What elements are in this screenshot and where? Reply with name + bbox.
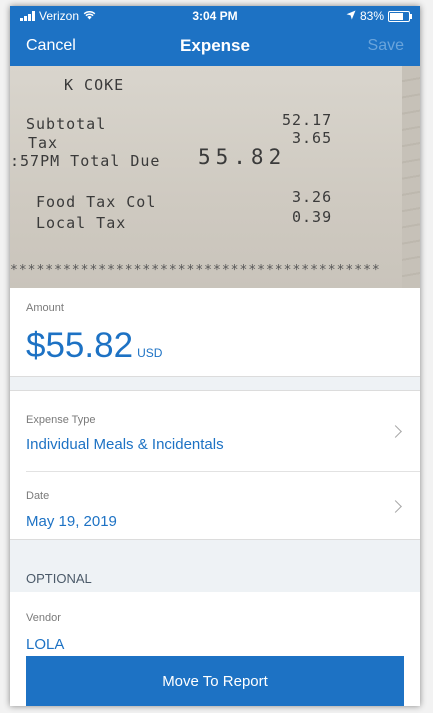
status-bar: Verizon 3:04 PM 83%: [10, 6, 420, 26]
cancel-button[interactable]: Cancel: [26, 37, 76, 55]
battery-icon: [388, 10, 412, 22]
receipt-line: K COKE: [64, 76, 125, 94]
amount-value[interactable]: $55.82 USD: [26, 326, 162, 366]
chevron-right-icon: [389, 425, 402, 438]
receipt-total-label: :57PM Total Due: [10, 152, 161, 170]
expense-type-label: Expense Type: [26, 414, 96, 426]
date-value: May 19, 2019: [26, 513, 117, 530]
receipt-total-value: 55.82: [198, 145, 287, 169]
date-label: Date: [26, 490, 50, 502]
receipt-food-tax-label: Food Tax Col: [36, 193, 157, 211]
receipt-local-tax-label: Local Tax: [36, 214, 127, 232]
expense-type-row[interactable]: Expense Type Individual Meals & Incident…: [10, 391, 420, 471]
save-button[interactable]: Save: [368, 37, 404, 55]
phone-screen: Verizon 3:04 PM 83% Cancel Expense Save …: [10, 6, 420, 706]
vendor-row[interactable]: Vendor LOLA: [10, 592, 420, 656]
receipt-tax-value: 3.65: [292, 129, 333, 147]
battery-percent: 83%: [359, 9, 384, 23]
location-arrow-icon: [346, 9, 356, 23]
receipt-subtotal-value: 52.17: [282, 111, 333, 129]
section-spacer: [10, 377, 420, 391]
amount-section[interactable]: Amount $55.82 USD: [10, 288, 420, 377]
move-to-report-button[interactable]: Move To Report: [26, 656, 404, 706]
date-row[interactable]: Date May 19, 2019: [10, 472, 420, 539]
expense-type-value: Individual Meals & Incidentals: [26, 436, 224, 453]
chevron-right-icon: [389, 500, 402, 513]
amount-number: $55.82: [26, 326, 134, 365]
amount-currency: USD: [137, 346, 163, 360]
receipt-tax-label: Tax: [28, 134, 59, 152]
optional-header-label: OPTIONAL: [26, 571, 92, 586]
receipt-subtotal-label: Subtotal: [26, 115, 107, 133]
optional-section-header: OPTIONAL: [10, 539, 420, 593]
amount-label: Amount: [26, 302, 64, 314]
receipt-food-tax-value: 3.26: [292, 188, 333, 206]
receipt-image[interactable]: K COKE Subtotal 52.17 Tax 3.65 :57PM Tot…: [10, 66, 420, 288]
receipt-local-tax-value: 0.39: [292, 208, 333, 226]
receipt-divider-stars: ****************************************…: [10, 263, 381, 278]
nav-bar: Cancel Expense Save: [10, 26, 420, 66]
vendor-value: LOLA: [26, 636, 65, 653]
receipt-edge: [402, 66, 420, 288]
vendor-label: Vendor: [26, 612, 61, 624]
